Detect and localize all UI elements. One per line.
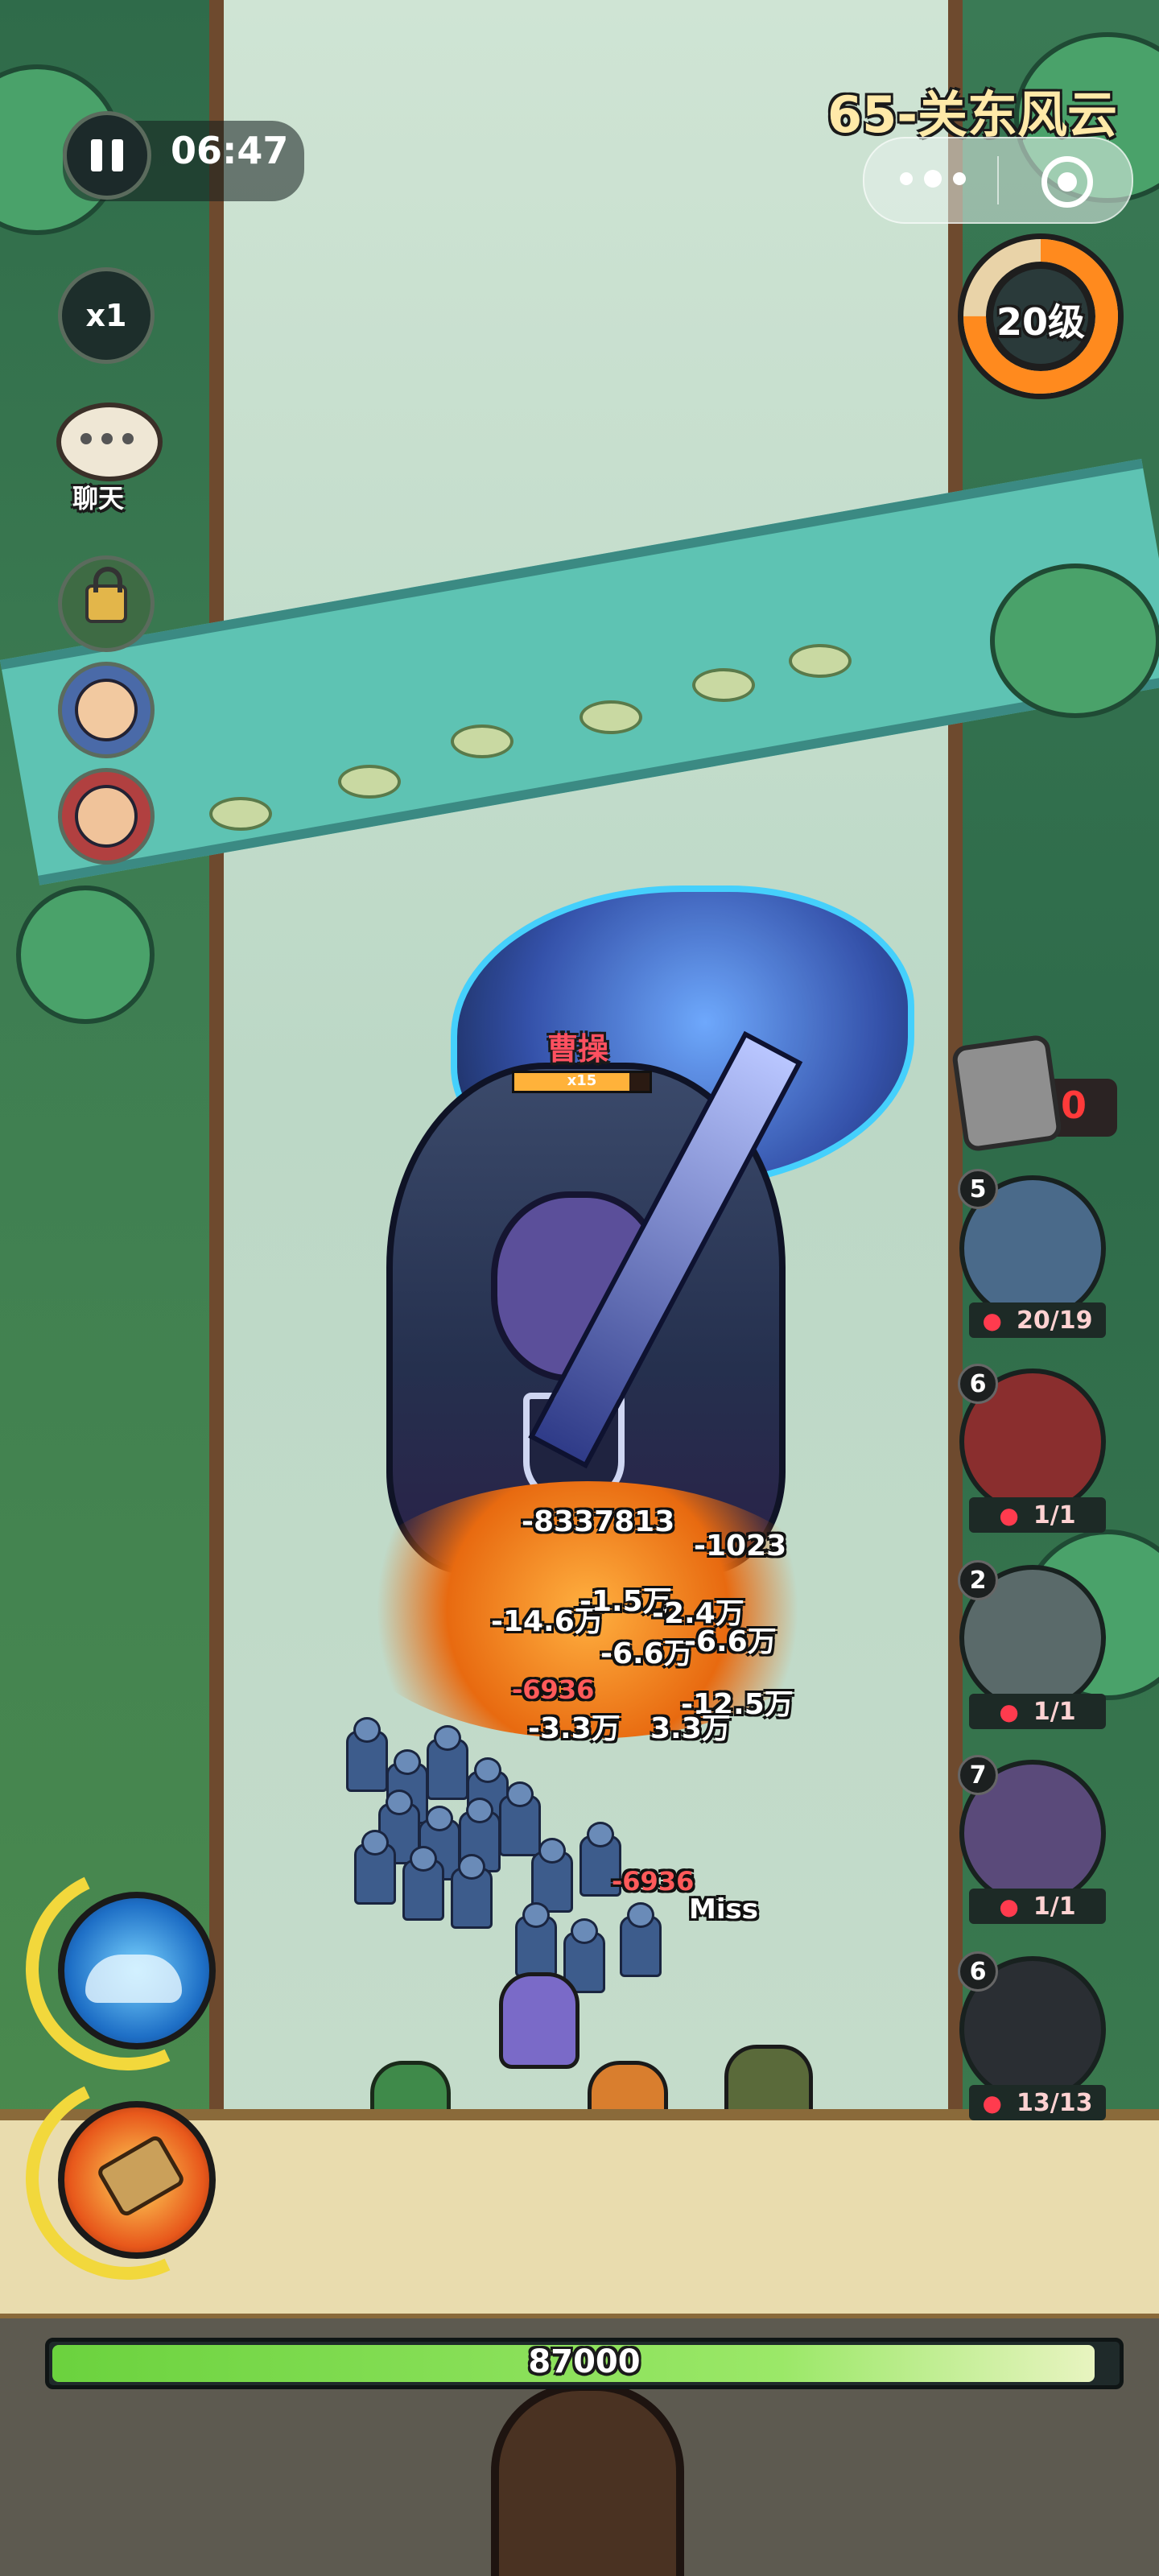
unit-count: ● 1/1: [969, 1694, 1106, 1729]
person-icon: ●: [982, 2089, 1002, 2116]
unit-level: 7: [958, 1755, 998, 1795]
person-icon: ●: [982, 1307, 1002, 1334]
damage-number: -1023: [694, 1530, 787, 1563]
miniprogram-capsule: [863, 137, 1133, 224]
unit-level: 2: [958, 1560, 998, 1600]
damage-number: -6.6万: [600, 1637, 693, 1670]
river-stone: [209, 797, 272, 831]
wave-skill-icon: [85, 1955, 182, 2003]
enemy-soldier: [346, 1717, 388, 1792]
hammer-skill-icon: [95, 2133, 187, 2219]
damage-number: -8337813: [522, 1505, 675, 1538]
damage-number: -6936: [512, 1674, 595, 1705]
hero-avatar-slot[interactable]: [58, 662, 155, 758]
river-stone: [338, 765, 401, 799]
unit-count: ● 13/13: [969, 2085, 1106, 2120]
miss-text: Miss: [689, 1893, 758, 1926]
unit-count: ● 1/1: [969, 1497, 1106, 1533]
pause-icon: [91, 139, 123, 171]
level-label: 20级: [996, 300, 1085, 344]
unit-level: 6: [958, 1951, 998, 1992]
damage-number: -6.6万: [684, 1625, 777, 1658]
enemy-soldier: [354, 1830, 396, 1905]
tree: [16, 886, 155, 1024]
enemy-soldier: [620, 1902, 662, 1977]
level-badge[interactable]: 20级: [958, 233, 1124, 399]
hero-avatar: [75, 785, 138, 848]
unit-level: 6: [958, 1364, 998, 1404]
person-icon: ●: [999, 1893, 1019, 1920]
wall-hp-value: 87000: [528, 2343, 641, 2380]
enemy-soldier: [427, 1725, 468, 1800]
hero-avatar: [75, 679, 138, 741]
game-timer: 06:47: [171, 129, 289, 172]
chat-label: 聊天: [72, 483, 125, 514]
resource-count: 0: [1061, 1084, 1087, 1127]
more-dots-icon[interactable]: [900, 170, 966, 188]
damage-number: 3.3万: [650, 1712, 731, 1745]
wall-hp-bar: 87000: [45, 2338, 1124, 2389]
token-icon[interactable]: [951, 1034, 1063, 1153]
enemy-soldier: [515, 1902, 557, 1977]
damage-number: -3.3万: [528, 1712, 621, 1745]
enemy-soldier: [451, 1854, 493, 1929]
chat-bubble-icon: [56, 402, 163, 481]
hero-avatar-slot[interactable]: [58, 768, 155, 865]
wave-skill-button[interactable]: [58, 1892, 216, 2050]
river-stone: [692, 668, 755, 702]
gate-door: [491, 2383, 684, 2576]
river-stone: [789, 644, 852, 678]
enemy-soldier: [402, 1846, 444, 1921]
unit-level: 5: [958, 1169, 998, 1209]
unit-count: ● 1/1: [969, 1889, 1106, 1924]
enemy-soldier: [499, 1781, 541, 1856]
chat-button[interactable]: 聊天: [52, 394, 164, 523]
river-stone: [451, 724, 514, 758]
speed-label: x1: [85, 298, 127, 333]
person-icon: ●: [999, 1698, 1019, 1725]
boss-stack-count: x15: [567, 1072, 597, 1089]
target-close-icon[interactable]: [1041, 156, 1093, 208]
boss-hp-bar: x15: [512, 1071, 652, 1093]
damage-number: -6936: [612, 1866, 695, 1897]
lock-icon: [85, 567, 127, 623]
tree: [990, 564, 1159, 718]
speed-button[interactable]: x1: [58, 267, 155, 364]
river-stone: [580, 700, 642, 734]
stage-title: 65-关东风云: [827, 85, 1118, 144]
unit-count: ● 20/19: [969, 1302, 1106, 1338]
locked-hero-slot[interactable]: [58, 555, 155, 652]
hammer-skill-button[interactable]: [58, 2101, 216, 2259]
boss-name: 曹操: [547, 1031, 609, 1067]
pause-button[interactable]: [63, 111, 151, 200]
defender-hero: [499, 1972, 580, 2069]
person-icon: ●: [999, 1501, 1019, 1529]
